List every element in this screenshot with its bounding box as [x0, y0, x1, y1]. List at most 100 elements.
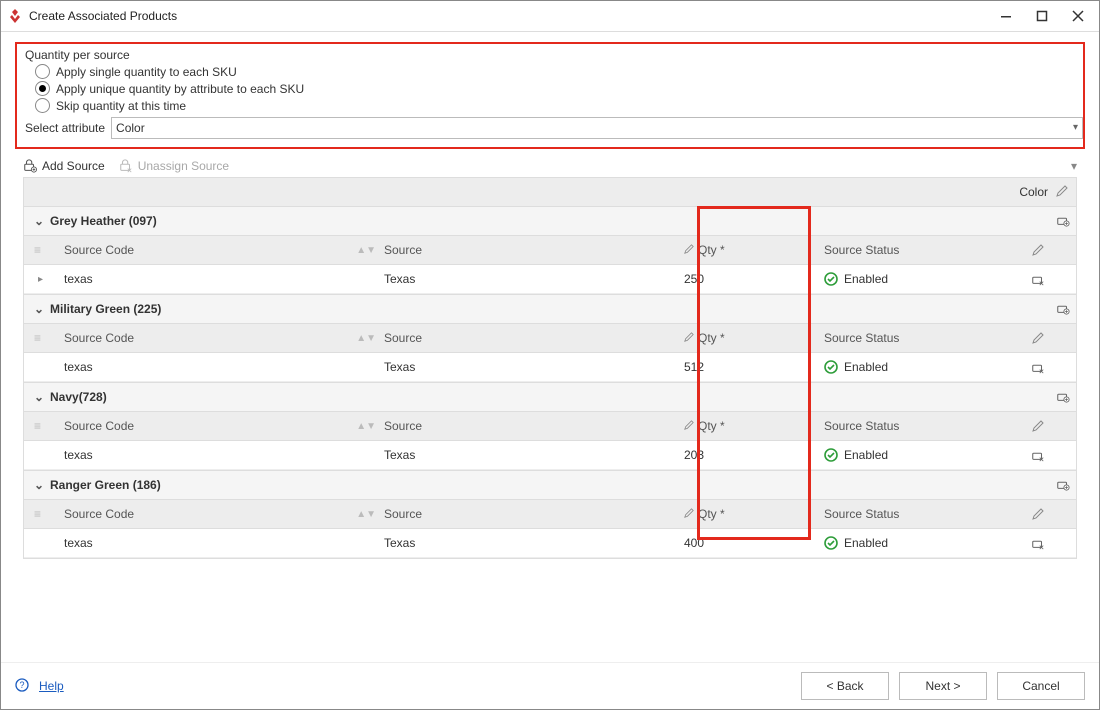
sources-grid: ⌄ Grey Heather (097) ≡ Source Code▲▼ Sou… — [23, 206, 1077, 559]
cell-qty[interactable]: 250 — [684, 272, 824, 286]
col-status[interactable]: Source Status — [824, 243, 1014, 257]
pencil-icon — [684, 243, 694, 257]
table-row[interactable]: ▸ texas Texas 250 Enabled — [24, 265, 1076, 294]
group-header[interactable]: ⌄ Grey Heather (097) — [24, 206, 1076, 236]
col-edit[interactable] — [1014, 420, 1062, 432]
row-delete-icon[interactable] — [1014, 448, 1062, 462]
grid-options-bar: Color — [23, 177, 1077, 206]
close-button[interactable] — [1069, 7, 1087, 25]
add-row-icon[interactable] — [1056, 301, 1070, 318]
footer: ? Help < Back Next > Cancel — [1, 662, 1099, 709]
col-status[interactable]: Source Status — [824, 331, 1014, 345]
group-header[interactable]: ⌄ Military Green (225) — [24, 294, 1076, 324]
radio-apply-unique[interactable]: Apply unique quantity by attribute to ea… — [35, 81, 1075, 96]
col-source[interactable]: Source — [384, 331, 684, 345]
table-row[interactable]: texas Texas 400 Enabled — [24, 529, 1076, 558]
cell-qty[interactable]: 512 — [684, 360, 824, 374]
cell-status: Enabled — [824, 536, 1014, 550]
cell-qty[interactable]: 203 — [684, 448, 824, 462]
drag-handle-icon: ≡ — [24, 331, 64, 345]
help-icon: ? — [15, 678, 29, 695]
grid-bar-label: Color — [1019, 185, 1048, 199]
col-qty[interactable]: Qty * — [684, 507, 824, 521]
add-row-icon[interactable] — [1056, 213, 1070, 230]
table-row[interactable]: texas Texas 203 Enabled — [24, 441, 1076, 470]
back-button[interactable]: < Back — [801, 672, 889, 700]
drag-handle-icon: ≡ — [24, 243, 64, 257]
col-source-code[interactable]: Source Code▲▼ — [64, 419, 384, 433]
group-header[interactable]: ⌄ Navy(728) — [24, 382, 1076, 412]
row-delete-icon[interactable] — [1014, 360, 1062, 374]
drag-handle-icon: ≡ — [24, 419, 64, 433]
check-circle-icon — [824, 360, 838, 374]
dialog-window: Create Associated Products Quantity per … — [0, 0, 1100, 710]
row-delete-icon[interactable] — [1014, 272, 1062, 286]
help-link[interactable]: Help — [39, 679, 64, 693]
group-name: Grey Heather (097) — [50, 214, 157, 228]
add-row-icon[interactable] — [1056, 389, 1070, 406]
unassign-source-icon — [119, 159, 133, 173]
radio-skip-quantity[interactable]: Skip quantity at this time — [35, 98, 1075, 113]
radio-apply-single[interactable]: Apply single quantity to each SKU — [35, 64, 1075, 79]
col-source[interactable]: Source — [384, 507, 684, 521]
radio-label: Skip quantity at this time — [56, 99, 186, 113]
next-button[interactable]: Next > — [899, 672, 987, 700]
column-header-row: ≡ Source Code▲▼ Source Qty * Source Stat… — [24, 500, 1076, 529]
col-edit[interactable] — [1014, 244, 1062, 256]
radio-label: Apply single quantity to each SKU — [56, 65, 237, 79]
add-source-label: Add Source — [42, 159, 105, 173]
col-source[interactable]: Source — [384, 419, 684, 433]
radio-icon — [35, 98, 50, 113]
col-status[interactable]: Source Status — [824, 419, 1014, 433]
col-qty[interactable]: Qty * — [684, 419, 824, 433]
select-attribute-dropdown[interactable]: Color ▾ — [111, 117, 1083, 139]
cell-source: Texas — [384, 272, 684, 286]
col-source-code[interactable]: Source Code▲▼ — [64, 507, 384, 521]
radio-icon — [35, 81, 50, 96]
row-expand-icon[interactable]: ▸ — [24, 274, 64, 285]
add-source-button[interactable]: Add Source — [23, 159, 105, 173]
minimize-button[interactable] — [997, 7, 1015, 25]
cell-status: Enabled — [824, 360, 1014, 374]
col-edit[interactable] — [1014, 332, 1062, 344]
col-source-code[interactable]: Source Code▲▼ — [64, 243, 384, 257]
table-row[interactable]: texas Texas 512 Enabled — [24, 353, 1076, 382]
col-status[interactable]: Source Status — [824, 507, 1014, 521]
col-qty[interactable]: Qty * — [684, 331, 824, 345]
chevron-down-icon: ⌄ — [34, 390, 44, 404]
cell-source: Texas — [384, 360, 684, 374]
col-source-code[interactable]: Source Code▲▼ — [64, 331, 384, 345]
check-circle-icon — [824, 448, 838, 462]
window-title: Create Associated Products — [29, 9, 997, 23]
quantity-per-source-panel: Quantity per source Apply single quantit… — [15, 42, 1085, 149]
toolbar-overflow-button[interactable]: ▾ — [1071, 159, 1077, 173]
app-icon — [7, 8, 23, 24]
svg-text:?: ? — [19, 680, 24, 690]
maximize-button[interactable] — [1033, 7, 1051, 25]
pencil-icon — [684, 507, 694, 521]
check-circle-icon — [824, 272, 838, 286]
check-circle-icon — [824, 536, 838, 550]
cell-source-code: texas — [64, 536, 384, 550]
group-name: Ranger Green (186) — [50, 478, 161, 492]
group-name: Military Green (225) — [50, 302, 161, 316]
cell-qty[interactable]: 400 — [684, 536, 824, 550]
cancel-button[interactable]: Cancel — [997, 672, 1085, 700]
add-row-icon[interactable] — [1056, 477, 1070, 494]
sort-icon: ▲▼ — [356, 333, 384, 344]
cell-status: Enabled — [824, 448, 1014, 462]
quantity-legend: Quantity per source — [25, 48, 1075, 62]
sort-icon: ▲▼ — [356, 509, 384, 520]
group-header[interactable]: ⌄ Ranger Green (186) — [24, 470, 1076, 500]
pencil-icon[interactable] — [1056, 185, 1068, 200]
radio-label: Apply unique quantity by attribute to ea… — [56, 82, 304, 96]
cell-source-code: texas — [64, 272, 384, 286]
row-delete-icon[interactable] — [1014, 536, 1062, 550]
chevron-down-icon: ⌄ — [34, 478, 44, 492]
cell-source-code: texas — [64, 448, 384, 462]
sort-icon: ▲▼ — [356, 245, 384, 256]
col-edit[interactable] — [1014, 508, 1062, 520]
col-qty[interactable]: Qty * — [684, 243, 824, 257]
cell-source: Texas — [384, 448, 684, 462]
col-source[interactable]: Source — [384, 243, 684, 257]
